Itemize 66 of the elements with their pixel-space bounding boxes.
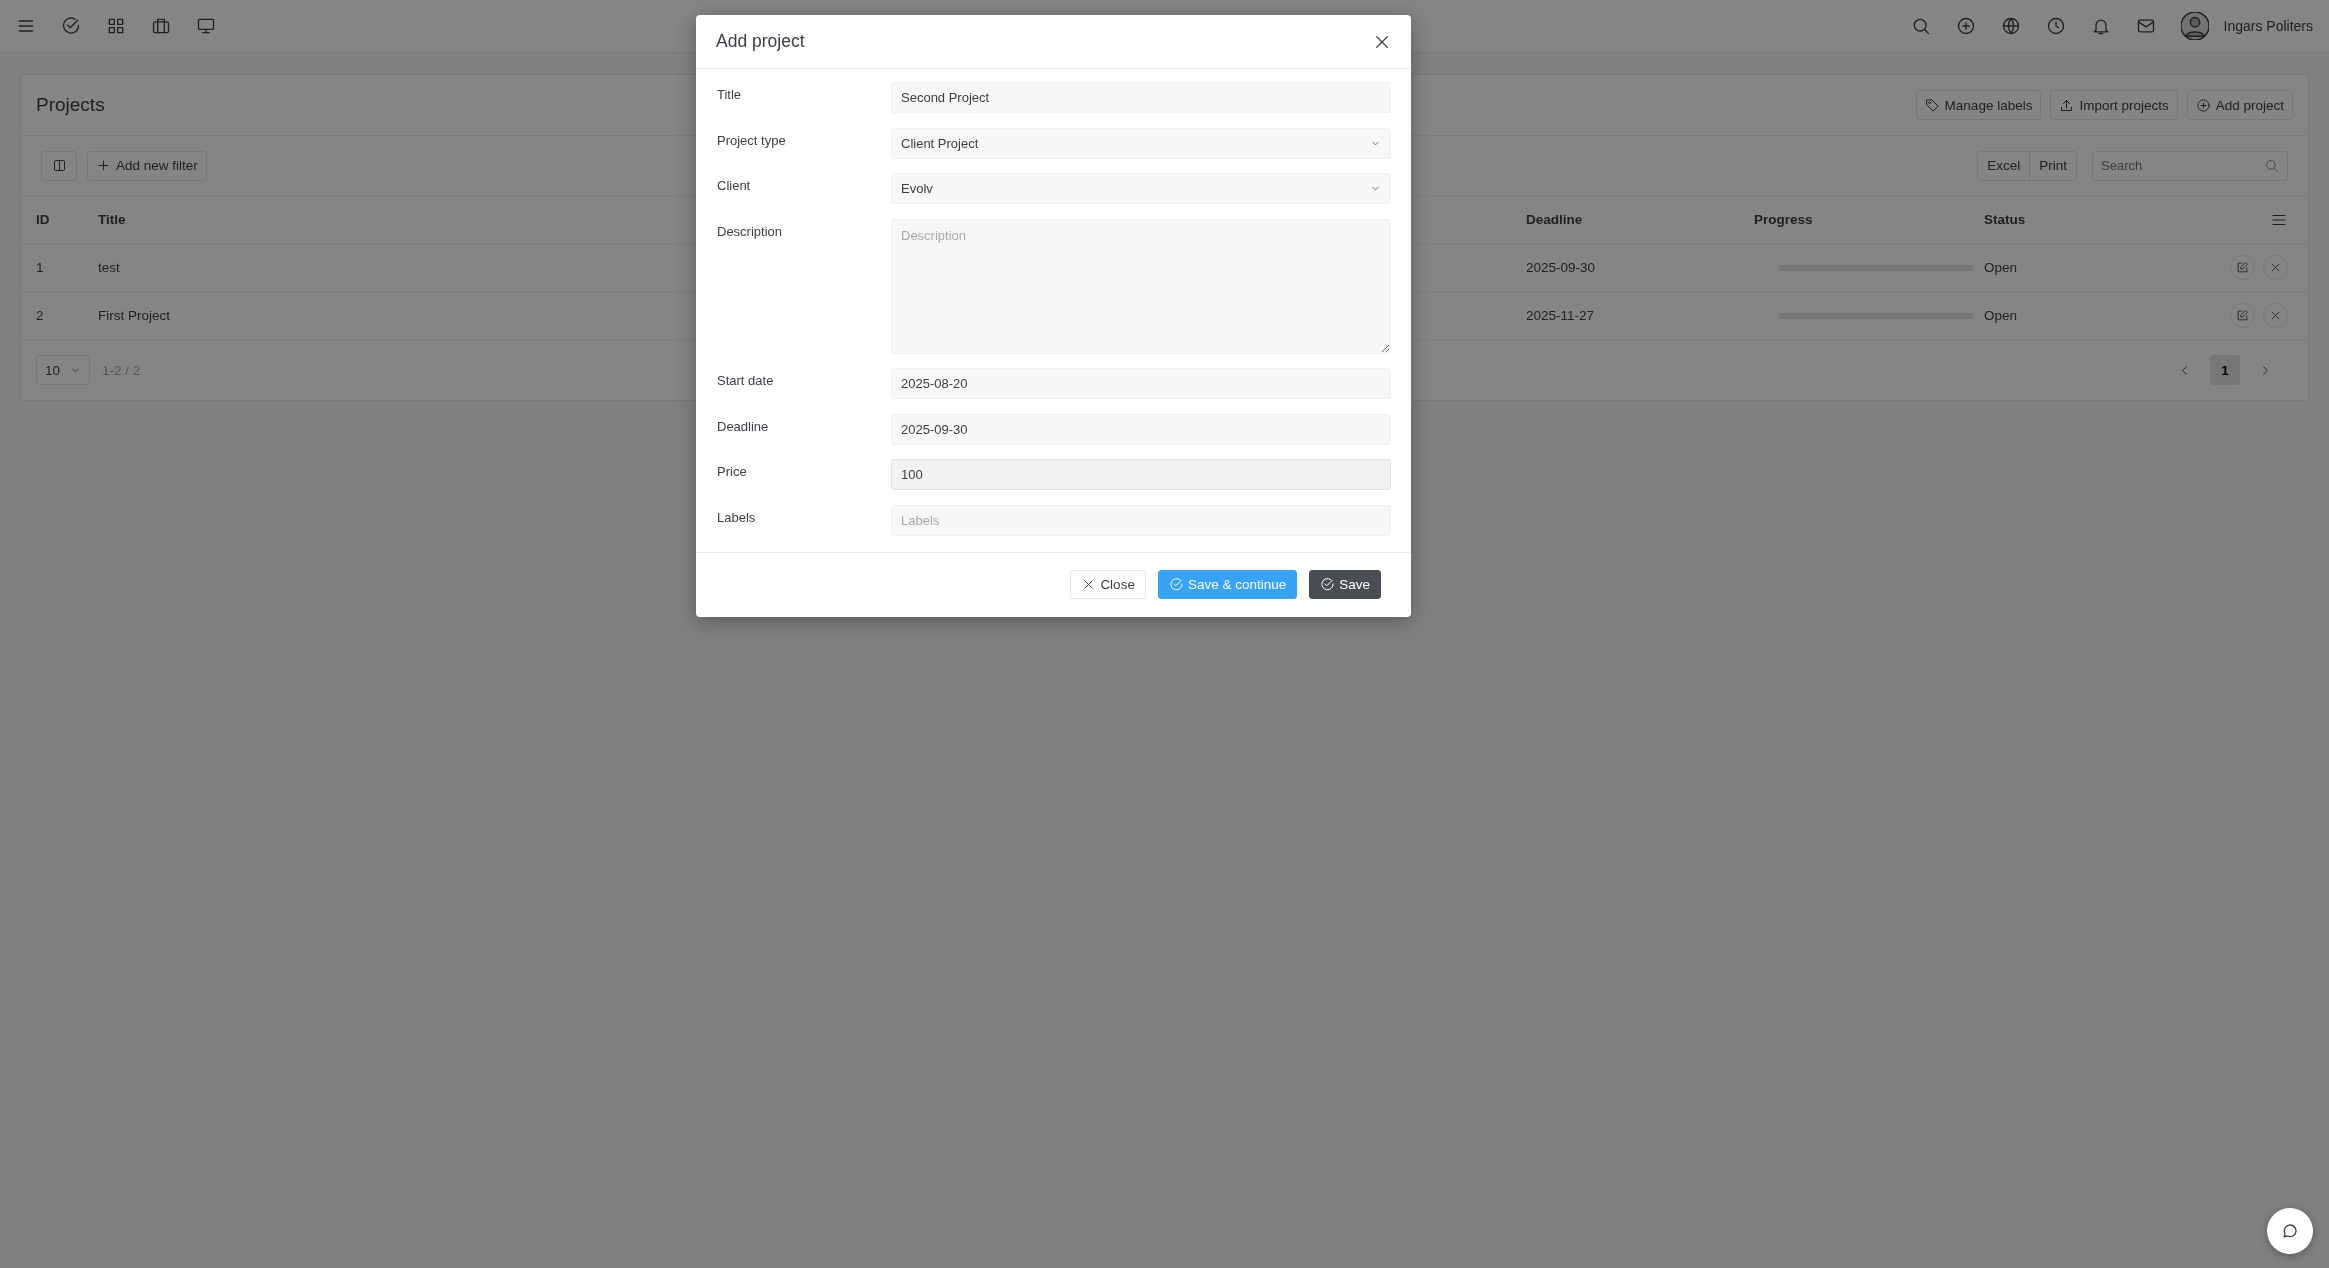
check-circle-icon[interactable]: [61, 16, 81, 36]
input-field[interactable]: 2025-09-30: [891, 413, 1391, 445]
save-continue-button[interactable]: Save & continue: [1157, 570, 1298, 599]
import-projects-button[interactable]: Import projects: [2050, 90, 2178, 120]
table-cell-text: 1: [36, 260, 45, 275]
plus-circle-icon[interactable]: [1955, 16, 1976, 36]
field-label: Description: [717, 222, 784, 239]
field-label: Client: [717, 177, 752, 193]
clock-icon[interactable]: [2045, 16, 2066, 36]
search-icon: [2264, 157, 2279, 173]
edit-button[interactable]: [2230, 255, 2255, 280]
edit-icon: [2236, 309, 2249, 322]
add-project-button[interactable]: Add project: [2186, 90, 2293, 120]
table-cell-text: 2: [36, 308, 45, 323]
plus-circle-icon: [2195, 97, 2211, 113]
field-label: Labels: [717, 508, 757, 525]
input-field[interactable]: Labels: [891, 504, 1391, 536]
table-cell-text: Open: [1984, 260, 2019, 275]
table-cell-text: test: [98, 260, 121, 275]
page-size-select[interactable]: 10: [36, 355, 91, 385]
search-field[interactable]: Search: [2092, 150, 2288, 181]
input-field[interactable]: 2025-08-20: [891, 368, 1391, 399]
table-cell-text: 2025-11-27: [1526, 308, 1596, 323]
avatar-icon[interactable]: [2180, 12, 2209, 40]
input-field[interactable]: Second Project: [891, 82, 1391, 113]
user-name[interactable]: Ingars Politers: [2223, 18, 2313, 34]
grid-icon[interactable]: [106, 16, 126, 36]
plus-icon: [96, 158, 111, 173]
edit-icon: [2236, 261, 2249, 274]
column-header[interactable]: Progress: [1754, 212, 1984, 227]
field-label: Project type: [717, 131, 787, 148]
add-filter-button[interactable]: Add new filter: [87, 150, 207, 181]
field-label: Title: [717, 86, 743, 102]
table-cell-text: 2025-09-30: [1526, 260, 1597, 275]
upload-icon: [2059, 97, 2075, 113]
page-title: Projects: [36, 94, 105, 116]
check-circle-icon: [1320, 577, 1336, 592]
briefcase-icon[interactable]: [151, 16, 171, 36]
page-button[interactable]: 1: [2210, 355, 2240, 385]
globe-icon[interactable]: [2000, 16, 2021, 36]
edit-button[interactable]: [2230, 303, 2255, 328]
monitor-icon[interactable]: [196, 16, 216, 36]
columns-icon: [51, 158, 67, 173]
manage-labels-button[interactable]: Manage labels: [1915, 90, 2042, 120]
column-header[interactable]: ID: [36, 212, 98, 227]
close-icon: [2269, 261, 2282, 274]
close-button[interactable]: Close: [1070, 570, 1146, 599]
check-circle-icon: [1168, 577, 1184, 592]
input-field[interactable]: 100: [891, 459, 1391, 490]
close-icon: [2269, 309, 2282, 322]
dialog-title: Add project: [716, 31, 805, 52]
column-header[interactable]: Status: [1984, 212, 2218, 227]
table-cell-text: Open: [1984, 308, 2019, 323]
column-header[interactable]: Deadline: [1526, 212, 1754, 227]
export-button[interactable]: Print: [2029, 151, 2076, 180]
chat-button[interactable]: [2267, 1208, 2313, 1254]
field-label: Deadline: [717, 417, 770, 434]
columns-toggle-button[interactable]: [41, 150, 77, 181]
tag-icon: [1924, 97, 1940, 113]
field-label: Start date: [717, 372, 775, 388]
description-field[interactable]: Description: [891, 218, 1391, 354]
table-cell-text: First Project: [98, 308, 171, 323]
save-button[interactable]: Save: [1309, 570, 1381, 599]
dropdown-field[interactable]: Evolv: [891, 173, 1391, 204]
dropdown-field[interactable]: Client Project: [891, 127, 1391, 159]
field-label: Price: [717, 463, 748, 479]
